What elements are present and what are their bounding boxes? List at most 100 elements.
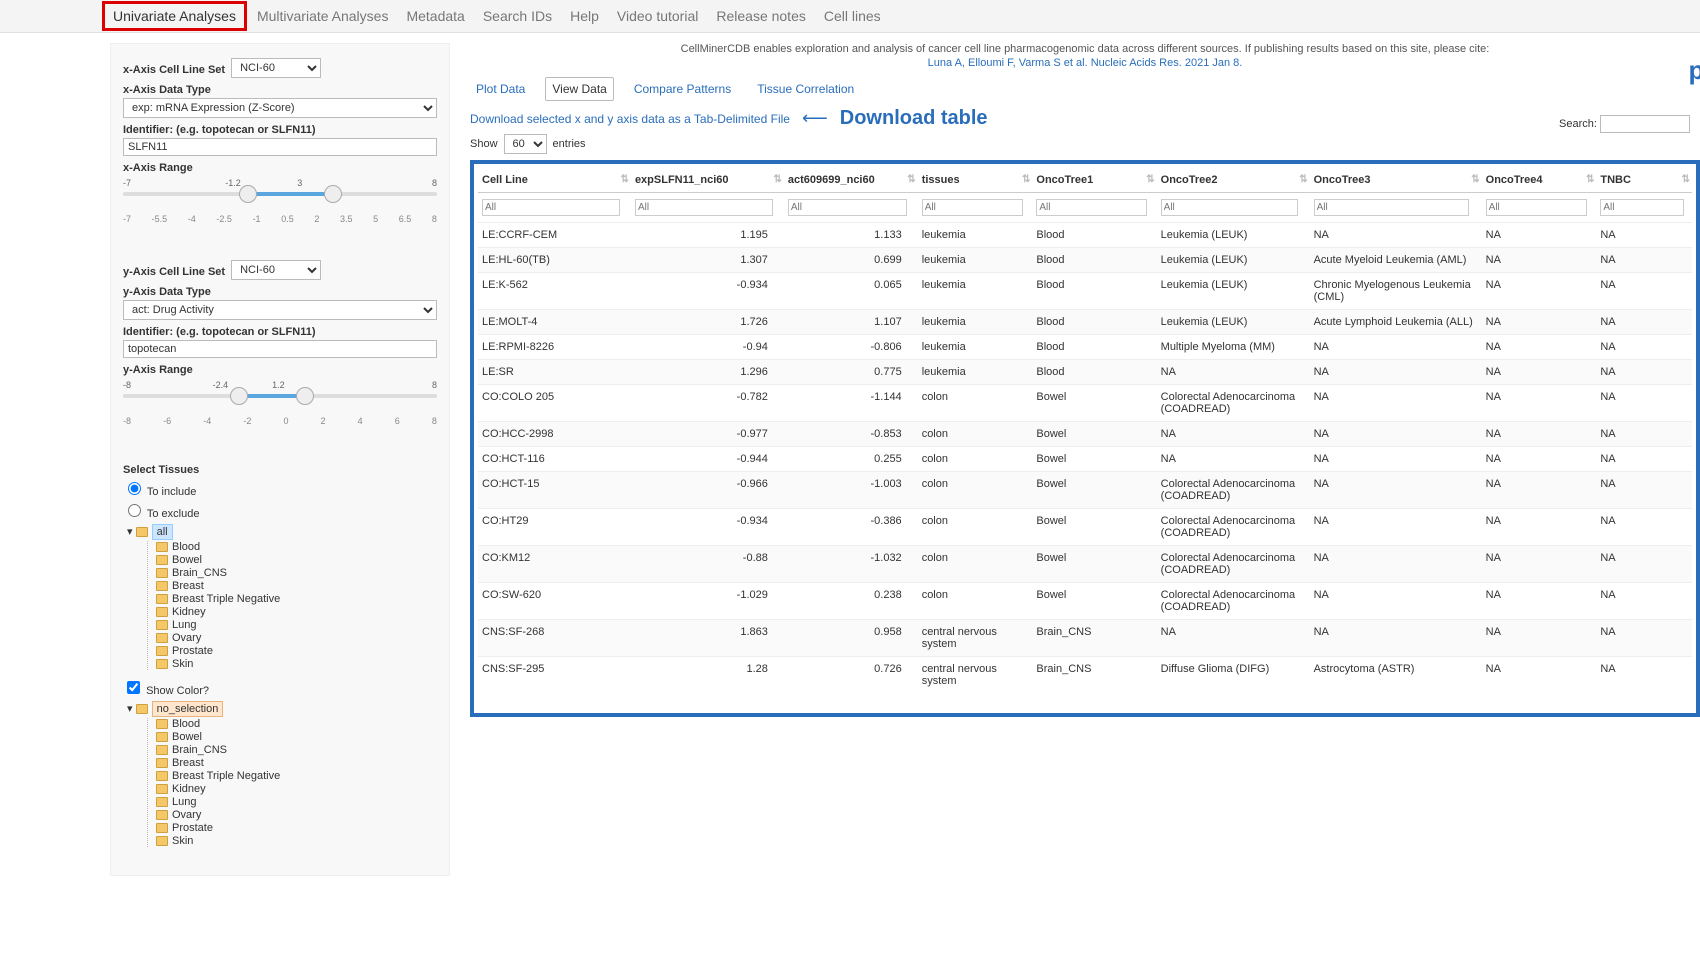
table-cell: -1.144 — [784, 385, 918, 422]
table-cell: -0.94 — [631, 335, 784, 360]
nav-item-help[interactable]: Help — [570, 8, 599, 24]
tissue-item-bowel[interactable]: Bowel — [156, 731, 437, 743]
table-cell: LE:SR — [478, 360, 631, 385]
tissue-item-skin[interactable]: Skin — [156, 835, 437, 847]
table-row: LE:HL-60(TB)1.3070.699leukemiaBloodLeuke… — [478, 248, 1692, 273]
x-identifier-input[interactable] — [123, 138, 437, 156]
col-header-tissues[interactable]: tissues⇅ — [918, 168, 1033, 193]
table-cell: Blood — [1032, 310, 1156, 335]
tree-root-all[interactable]: all — [152, 524, 173, 540]
col-filter-6[interactable] — [1314, 199, 1470, 216]
tree-toggle-icon[interactable]: ▾ — [127, 703, 133, 715]
col-filter-7[interactable] — [1486, 199, 1587, 216]
tissue-item-skin[interactable]: Skin — [156, 658, 437, 670]
nav-item-video-tutorial[interactable]: Video tutorial — [617, 8, 698, 24]
citation-link[interactable]: Luna A, Elloumi F, Varma S et al. Nuclei… — [928, 57, 1243, 69]
folder-icon — [156, 784, 168, 794]
table-cell: -0.977 — [631, 422, 784, 447]
col-header-expslfn11-nci60[interactable]: expSLFN11_nci60⇅ — [631, 168, 784, 193]
table-cell: NA — [1482, 620, 1597, 657]
exclude-radio[interactable] — [128, 504, 141, 517]
table-cell: central nervous system — [918, 620, 1033, 657]
col-filter-0[interactable] — [482, 199, 620, 216]
tissue-item-lung[interactable]: Lung — [156, 796, 437, 808]
table-cell: 0.726 — [784, 657, 918, 694]
tissue-item-kidney[interactable]: Kidney — [156, 606, 437, 618]
table-cell: NA — [1310, 509, 1482, 546]
nav-item-multivariate-analyses[interactable]: Multivariate Analyses — [257, 8, 389, 24]
y-cell-line-set-select[interactable]: NCI-60 — [231, 260, 321, 280]
table-cell: 1.863 — [631, 620, 784, 657]
nav-item-cell-lines[interactable]: Cell lines — [824, 8, 881, 24]
y-range-slider[interactable]: -8-2.41.28 -8-6-4-202468 — [123, 380, 437, 426]
col-header-cell-line[interactable]: Cell Line⇅ — [478, 168, 631, 193]
table-cell: LE:RPMI-8226 — [478, 335, 631, 360]
y-data-type-select[interactable]: act: Drug Activity — [123, 300, 437, 320]
table-cell: Acute Myeloid Leukemia (AML) — [1310, 248, 1482, 273]
sort-icon: ⇅ — [1586, 174, 1592, 185]
folder-icon — [156, 555, 168, 565]
table-cell: leukemia — [918, 360, 1033, 385]
tissue-item-ovary[interactable]: Ovary — [156, 809, 437, 821]
col-filter-4[interactable] — [1036, 199, 1146, 216]
table-cell: NA — [1482, 335, 1597, 360]
tissue-item-bowel[interactable]: Bowel — [156, 554, 437, 566]
y-data-type-label: y-Axis Data Type — [123, 286, 437, 298]
tissue-item-breast[interactable]: Breast — [156, 757, 437, 769]
col-filter-3[interactable] — [922, 199, 1023, 216]
col-filter-5[interactable] — [1161, 199, 1299, 216]
tissue-item-blood[interactable]: Blood — [156, 541, 437, 553]
tissue-item-lung[interactable]: Lung — [156, 619, 437, 631]
col-filter-1[interactable] — [635, 199, 773, 216]
entries-select[interactable]: 60 — [504, 134, 547, 154]
tissue-item-breast-triple-negative[interactable]: Breast Triple Negative — [156, 593, 437, 605]
nav-item-release-notes[interactable]: Release notes — [716, 8, 806, 24]
table-row: CNS:SF-2681.8630.958central nervous syst… — [478, 620, 1692, 657]
x-cell-line-set-select[interactable]: NCI-60 — [231, 58, 321, 78]
table-cell: NA — [1482, 422, 1597, 447]
table-cell: colon — [918, 546, 1033, 583]
tissue-item-brain-cns[interactable]: Brain_CNS — [156, 744, 437, 756]
col-filter-8[interactable] — [1600, 199, 1683, 216]
tab-compare-patterns[interactable]: Compare Patterns — [628, 78, 737, 100]
tissue-item-blood[interactable]: Blood — [156, 718, 437, 730]
search-input[interactable] — [1600, 115, 1690, 133]
table-cell: -0.806 — [784, 335, 918, 360]
nav-item-metadata[interactable]: Metadata — [406, 8, 464, 24]
tree-toggle-icon[interactable]: ▾ — [127, 526, 133, 538]
tissue-item-prostate[interactable]: Prostate — [156, 645, 437, 657]
tab-view-data[interactable]: View Data — [545, 77, 613, 101]
tissue-item-kidney[interactable]: Kidney — [156, 783, 437, 795]
col-header-tnbc[interactable]: TNBC⇅ — [1596, 168, 1692, 193]
y-identifier-input[interactable] — [123, 340, 437, 358]
col-header-oncotree2[interactable]: OncoTree2⇅ — [1157, 168, 1310, 193]
table-cell: -1.032 — [784, 546, 918, 583]
col-header-oncotree3[interactable]: OncoTree3⇅ — [1310, 168, 1482, 193]
x-data-type-select[interactable]: exp: mRNA Expression (Z-Score) — [123, 98, 437, 118]
tab-plot-data[interactable]: Plot Data — [470, 78, 531, 100]
include-radio[interactable] — [128, 482, 141, 495]
show-color-checkbox[interactable] — [127, 681, 140, 694]
nav-item-search-ids[interactable]: Search IDs — [483, 8, 552, 24]
col-header-act609699-nci60[interactable]: act609699_nci60⇅ — [784, 168, 918, 193]
table-cell: NA — [1482, 273, 1597, 310]
col-header-oncotree1[interactable]: OncoTree1⇅ — [1032, 168, 1156, 193]
tissue-item-prostate[interactable]: Prostate — [156, 822, 437, 834]
tissue-item-breast[interactable]: Breast — [156, 580, 437, 592]
nav-item-univariate-analyses[interactable]: Univariate Analyses — [102, 1, 247, 31]
tissue-item-brain-cns[interactable]: Brain_CNS — [156, 567, 437, 579]
folder-icon — [156, 581, 168, 591]
tab-tissue-correlation[interactable]: Tissue Correlation — [751, 78, 860, 100]
col-filter-2[interactable] — [788, 199, 908, 216]
x-range-slider[interactable]: -7-1.238 -7-5.5-4-2.5-10.523.556.58 — [123, 178, 437, 224]
tissue-item-ovary[interactable]: Ovary — [156, 632, 437, 644]
download-link[interactable]: Download selected x and y axis data as a… — [470, 112, 790, 126]
table-cell: NA — [1596, 509, 1692, 546]
table-cell: CNS:SF-295 — [478, 657, 631, 694]
tissue-item-breast-triple-negative[interactable]: Breast Triple Negative — [156, 770, 437, 782]
tree-root-noselection[interactable]: no_selection — [152, 701, 224, 717]
col-header-oncotree4[interactable]: OncoTree4⇅ — [1482, 168, 1597, 193]
table-cell: LE:CCRF-CEM — [478, 223, 631, 248]
table-cell: colon — [918, 583, 1033, 620]
arrow-left-icon: ⟵ — [802, 108, 828, 129]
